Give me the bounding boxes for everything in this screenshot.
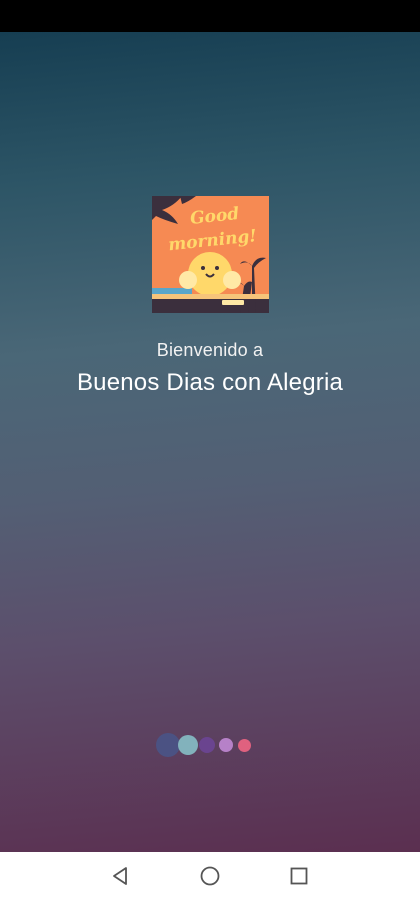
splash-screen: Good morning! Bienvenido a Buenos Dias c… [0, 0, 420, 900]
recents-square-icon[interactable] [287, 864, 311, 888]
back-triangle-icon[interactable] [109, 864, 133, 888]
sunrise-illustration-icon: Good morning! [152, 196, 269, 313]
status-bar [0, 0, 420, 32]
splash-background: Good morning! Bienvenido a Buenos Dias c… [0, 32, 420, 852]
navigation-bar [0, 852, 420, 900]
loading-dot-4 [219, 738, 233, 752]
loading-dot-1 [156, 733, 180, 757]
loading-dot-2 [178, 735, 198, 755]
welcome-label: Bienvenido a [156, 340, 264, 360]
app-logo: Good morning! [152, 196, 269, 313]
loading-dot-5 [238, 739, 251, 752]
loading-dot-3 [199, 737, 215, 753]
app-name: Buenos Dias con Alegria [76, 369, 344, 396]
loading-indicator [156, 732, 266, 758]
home-circle-icon[interactable] [198, 864, 222, 888]
